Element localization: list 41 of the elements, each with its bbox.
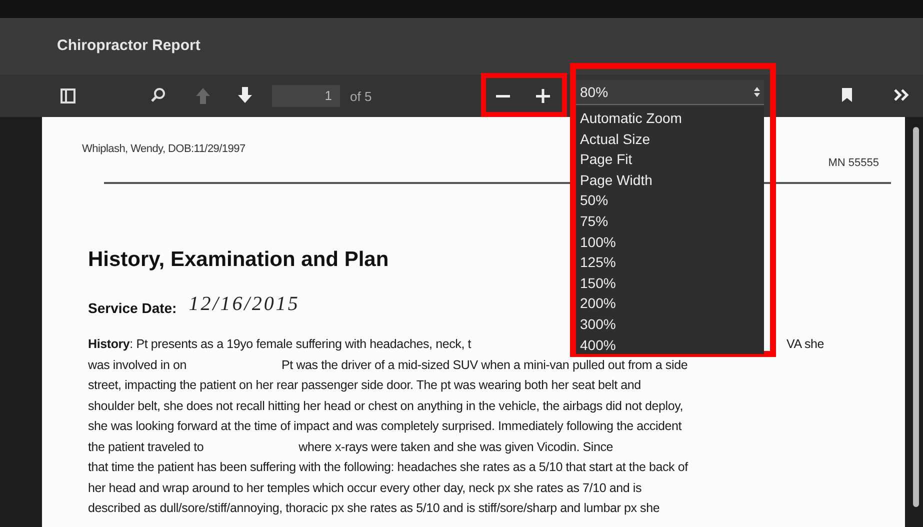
zoom-option[interactable]: Actual Size (580, 128, 764, 150)
page-number-field[interactable]: 1 (272, 85, 340, 107)
document-text: her head and wrap around to her temples which occur every other day, neck px she rates as 7/10 and is (88, 480, 642, 497)
double-chevron-icon[interactable] (893, 88, 911, 102)
select-arrows-icon (754, 86, 760, 98)
zoom-option[interactable]: 100% (580, 232, 764, 252)
zoom-in-icon[interactable] (535, 88, 551, 104)
window-title: Chiropractor Report (57, 36, 200, 56)
zoom-option[interactable]: 300% (580, 314, 764, 335)
service-date-label: Service Date: (88, 299, 177, 318)
zoom-option[interactable]: Page Fit (580, 149, 764, 170)
document-text: she was looking forward at the time of impact and was completely surprised. Immediately following the accident (88, 418, 682, 435)
document-text: History: Pt presents as a 19yo female suffering with headaches, neck, t (88, 336, 472, 353)
document-text: was involved in on (88, 356, 187, 374)
scrollbar[interactable] (913, 127, 919, 507)
down-arrow-icon[interactable] (236, 86, 254, 104)
document-text: street, impacting the patient on her rear passenger side door. The pt was wearing both her seat belt and (88, 377, 641, 394)
zoom-option[interactable]: Automatic Zoom (580, 108, 764, 129)
search-icon[interactable] (150, 87, 166, 103)
zoom-select[interactable]: 80% (576, 80, 764, 105)
document-text: shoulder belt, she does not recall hitting her head or chest on anything in the vehicle, the airbags did not deploy, (88, 398, 684, 415)
document-text: VA she (786, 336, 824, 353)
zoom-option[interactable]: 400% (580, 334, 764, 356)
sidebar-toggle-icon[interactable] (60, 88, 76, 104)
address-text: MN 55555 (828, 156, 879, 171)
document-text: where x-rays were taken and she was given Vicodin. Since (298, 438, 614, 456)
zoom-option[interactable]: 125% (580, 252, 764, 273)
zoom-option[interactable]: 75% (580, 210, 764, 232)
document-text: Pt was the driver of a mid-sized SUV when a mini-van pulled out from a side (282, 356, 688, 374)
document-text: described as dull/sore/stiff/annoying, thoracic px she rates as 5/10 and is stiff/sore/sharp and lumbar px she (88, 500, 660, 517)
page-count: of 5 (350, 88, 372, 106)
document-text: that time the patient has been suffering with the following: headaches she rates as a 5/10 that start at the back of (88, 459, 688, 476)
patient-header: Whiplash, Wendy, DOB:11/29/1997 (82, 142, 246, 157)
bookmark-icon[interactable] (841, 87, 853, 103)
zoom-option[interactable]: 200% (580, 293, 764, 314)
document-heading: History, Examination and Plan (88, 246, 389, 272)
document-text: the patient traveled to (88, 438, 204, 456)
zoom-option[interactable]: 50% (580, 190, 764, 211)
zoom-option[interactable]: Page Width (580, 170, 764, 190)
zoom-option[interactable]: 150% (580, 272, 764, 294)
service-date: 12/16/2015 (188, 292, 300, 317)
